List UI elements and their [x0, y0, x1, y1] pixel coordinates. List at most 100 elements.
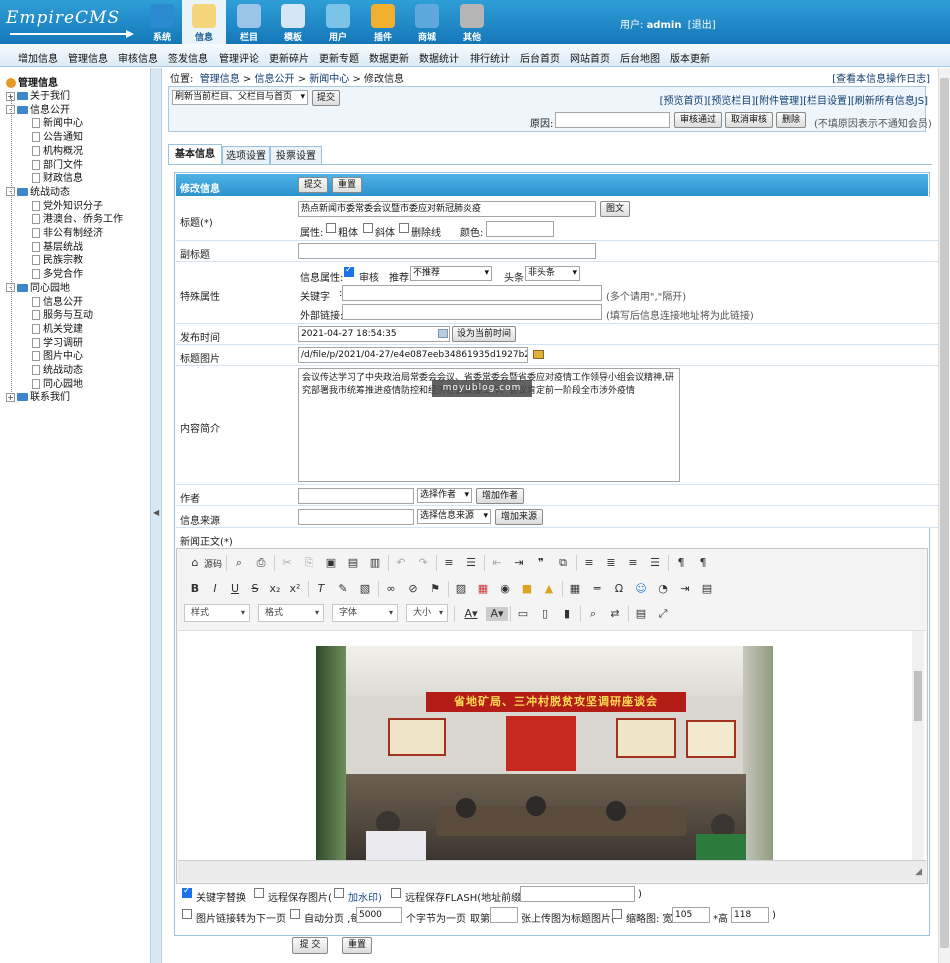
- logout-link[interactable]: [退出]: [688, 20, 716, 31]
- crumb-news[interactable]: 新闻中心: [309, 74, 349, 85]
- link-icon[interactable]: ∞: [384, 582, 398, 596]
- bold-icon[interactable]: B: [188, 582, 202, 596]
- module-4[interactable]: 用户: [316, 0, 360, 44]
- resize-icon[interactable]: ◢: [915, 867, 922, 877]
- numbered-list-icon[interactable]: ≡: [442, 556, 456, 570]
- bg-color-icon[interactable]: A▾: [486, 607, 508, 621]
- italic-checkbox[interactable]: [363, 223, 373, 233]
- document-template-icon[interactable]: ▮: [560, 607, 574, 621]
- new-page-icon[interactable]: ▯: [538, 607, 552, 621]
- attachment-icon[interactable]: ▲: [542, 582, 556, 596]
- smiley-icon[interactable]: ☺: [634, 582, 648, 596]
- strikethrough-icon[interactable]: S: [248, 582, 262, 596]
- recommend-select[interactable]: 不推荐: [410, 266, 492, 281]
- auto-page-checkbox[interactable]: [290, 909, 300, 919]
- copy-icon[interactable]: ⎘: [302, 556, 316, 570]
- preview-link-2[interactable]: [附件管理]: [755, 96, 803, 107]
- headline-select[interactable]: 非头条: [525, 266, 580, 281]
- refresh-select[interactable]: 刷新当前栏目、父栏目与首页: [172, 90, 308, 105]
- div-icon[interactable]: ⧉: [556, 556, 570, 570]
- justify-icon[interactable]: ☰: [648, 556, 662, 570]
- strike-checkbox[interactable]: [399, 223, 409, 233]
- title-input[interactable]: 热点新闻市委常委会议暨市委应对新冠肺炎疫: [298, 201, 596, 217]
- pubtime-input[interactable]: 2021-04-27 18:54:35: [298, 326, 450, 342]
- cut-icon[interactable]: ✂: [280, 556, 294, 570]
- paste-text-icon[interactable]: ▤: [346, 556, 360, 570]
- special-char-icon[interactable]: Ω: [612, 582, 626, 596]
- page-scrollbar[interactable]: [938, 68, 950, 963]
- tab-options[interactable]: 选项设置: [222, 146, 270, 164]
- style-select[interactable]: 样式: [184, 604, 250, 622]
- copy-format-icon[interactable]: ✎: [336, 582, 350, 596]
- view-log-link[interactable]: [查看本信息操作日志]: [832, 70, 930, 85]
- remote-flash-checkbox[interactable]: [391, 888, 401, 898]
- preview-icon[interactable]: ⌕: [232, 556, 246, 570]
- logo[interactable]: EmpireCMS: [6, 8, 120, 28]
- collapse-arrow-icon[interactable]: ◀: [153, 508, 159, 517]
- source-icon[interactable]: ⌂: [188, 556, 202, 570]
- flash-icon[interactable]: ▦: [476, 582, 490, 596]
- superscript-icon[interactable]: x²: [288, 582, 302, 596]
- sidebar-splitter[interactable]: ◀: [150, 68, 162, 963]
- file-icon[interactable]: ■: [520, 582, 534, 596]
- menu-item-10[interactable]: 后台首页: [520, 50, 560, 65]
- add-author-button[interactable]: 增加作者: [476, 488, 524, 504]
- bottom-reset-button[interactable]: 重置: [342, 937, 372, 954]
- subtitle-input[interactable]: [298, 243, 596, 259]
- align-left-icon[interactable]: ≡: [582, 556, 596, 570]
- external-link-input[interactable]: [342, 304, 602, 320]
- select-image-icon[interactable]: [533, 350, 544, 359]
- format-select[interactable]: 格式: [258, 604, 324, 622]
- menu-item-4[interactable]: 管理评论: [219, 50, 259, 65]
- menu-item-3[interactable]: 签发信息: [168, 50, 208, 65]
- module-0[interactable]: 系统: [140, 0, 184, 44]
- form-submit-button[interactable]: 提交: [298, 177, 328, 193]
- keyword-replace-checkbox[interactable]: [182, 886, 192, 898]
- expand-toggle-icon[interactable]: +: [6, 392, 15, 402]
- preview-link-3[interactable]: [栏目设置]: [803, 96, 851, 107]
- form-reset-button[interactable]: 重置: [332, 177, 362, 193]
- module-6[interactable]: 商城: [405, 0, 449, 44]
- fullscreen-icon[interactable]: ⤢: [656, 607, 670, 621]
- menu-item-2[interactable]: 审核信息: [118, 50, 158, 65]
- preview-link-1[interactable]: [预览栏目]: [707, 96, 755, 107]
- menu-item-1[interactable]: 管理信息: [68, 50, 108, 65]
- source-input[interactable]: [298, 509, 414, 525]
- tree-node[interactable]: + 联系我们: [6, 388, 70, 403]
- remote-save-checkbox[interactable]: [254, 888, 264, 898]
- replace-icon[interactable]: ⇄: [608, 607, 622, 621]
- thumb-width-input[interactable]: 105: [672, 907, 710, 923]
- module-1[interactable]: 信息: [182, 0, 226, 44]
- reason-input[interactable]: [555, 112, 670, 128]
- approve-button[interactable]: 审核通过: [674, 112, 722, 128]
- color-input[interactable]: [486, 221, 554, 237]
- calendar-icon[interactable]: [438, 329, 448, 338]
- tab-vote[interactable]: 投票设置: [270, 146, 322, 164]
- bullet-list-icon[interactable]: ☰: [464, 556, 478, 570]
- size-select[interactable]: 大小: [406, 604, 448, 622]
- maximize-icon[interactable]: ▭: [516, 607, 530, 621]
- author-select[interactable]: 选择作者: [417, 488, 472, 503]
- menu-item-7[interactable]: 数据更新: [369, 50, 409, 65]
- align-center-icon[interactable]: ≣: [604, 556, 618, 570]
- add-source-button[interactable]: 增加来源: [495, 509, 543, 525]
- table-icon[interactable]: ▦: [568, 582, 582, 596]
- menu-item-6[interactable]: 更新专题: [319, 50, 359, 65]
- thumb-height-input[interactable]: 118: [731, 907, 769, 923]
- select-all-icon[interactable]: ▤: [634, 607, 648, 621]
- keyword-input[interactable]: [342, 285, 602, 301]
- bottom-submit-button[interactable]: 提 交: [292, 937, 328, 954]
- undo-icon[interactable]: ↶: [394, 556, 408, 570]
- menu-item-13[interactable]: 版本更新: [670, 50, 710, 65]
- iframe-icon[interactable]: ◔: [656, 582, 670, 596]
- anchor-icon[interactable]: ⚑: [428, 582, 442, 596]
- menu-item-8[interactable]: 数据统计: [419, 50, 459, 65]
- link-next-page-checkbox[interactable]: [182, 909, 192, 919]
- take-index-input[interactable]: [490, 907, 518, 923]
- find-icon[interactable]: ⌕: [586, 607, 600, 621]
- indent-icon[interactable]: ⇥: [512, 556, 526, 570]
- unlink-icon[interactable]: ⊘: [406, 582, 420, 596]
- set-now-button[interactable]: 设为当前时间: [452, 326, 516, 342]
- remove-format-icon[interactable]: T: [314, 582, 328, 596]
- flash-prefix-input[interactable]: [520, 886, 635, 902]
